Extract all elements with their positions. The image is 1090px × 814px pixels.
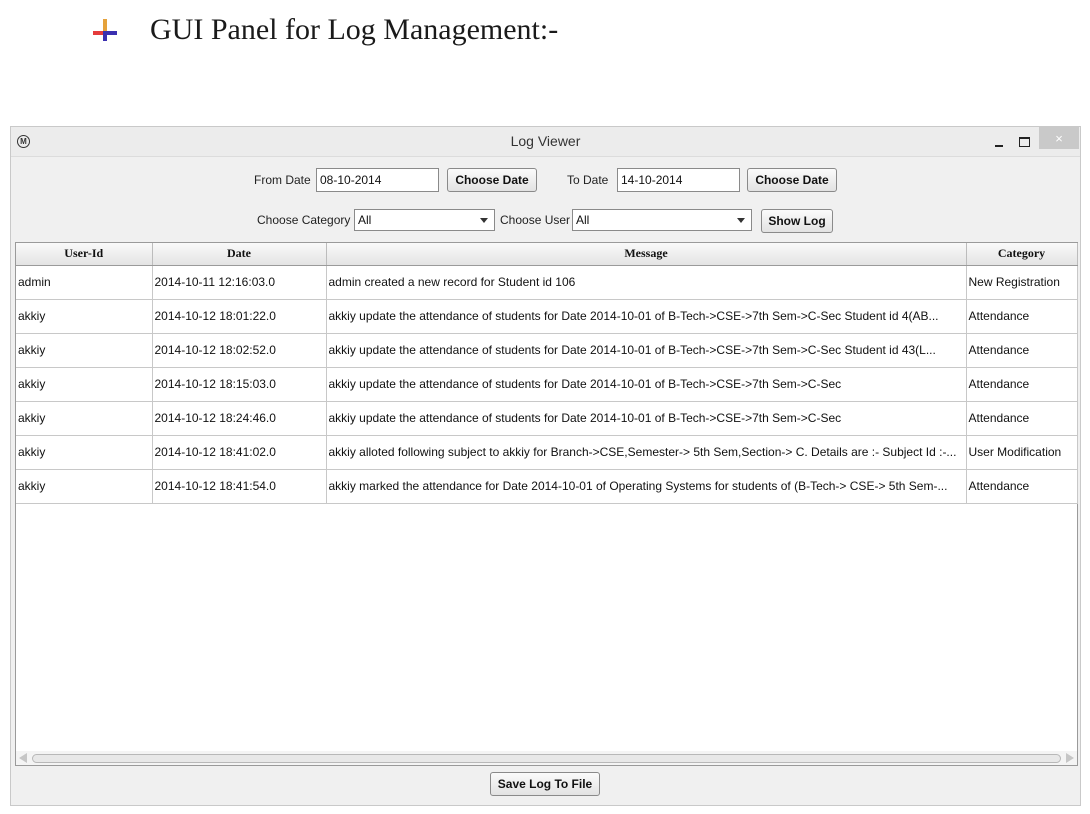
cell-category: Attendance [966,469,1078,504]
cell-user-id: akkiy [16,435,153,470]
cell-date: 2014-10-12 18:41:54.0 [152,469,327,504]
cell-message: akkiy marked the attendance for Date 201… [326,469,967,504]
cell-date: 2014-10-12 18:24:46.0 [152,401,327,436]
chevron-down-icon [480,218,488,223]
from-date-label: From Date [254,173,311,187]
cell-message: akkiy update the attendance of students … [326,401,967,436]
column-header-user-id[interactable]: User-Id [16,243,153,266]
cell-category: Attendance [966,367,1078,402]
cell-user-id: akkiy [16,333,153,368]
choose-user-label: Choose User [500,213,571,227]
cell-category: New Registration [966,265,1078,300]
to-date-label: To Date [567,173,609,187]
maximize-button[interactable] [1013,130,1035,154]
table-row[interactable]: akkiy 2014-10-12 18:41:54.0 akkiy marked… [16,469,1078,504]
log-table-area: User-Id Date Message Category admin 2014… [15,242,1078,766]
bullet-icon [92,17,118,43]
cell-date: 2014-10-12 18:01:22.0 [152,299,327,334]
minimize-button[interactable] [988,130,1010,154]
table-row[interactable]: akkiy 2014-10-12 18:15:03.0 akkiy update… [16,367,1078,402]
log-viewer-window: M Log Viewer × From Date 08-10-2014 Choo… [10,126,1081,806]
table-row[interactable]: akkiy 2014-10-12 18:41:02.0 akkiy allote… [16,435,1078,470]
filter-panel: From Date 08-10-2014 Choose Date To Date… [11,158,1080,242]
user-selected-value: All [576,213,590,227]
to-choose-date-button[interactable]: Choose Date [747,168,837,192]
cell-date: 2014-10-12 18:15:03.0 [152,367,327,402]
cell-category: Attendance [966,333,1078,368]
category-selected-value: All [358,213,372,227]
table-row[interactable]: akkiy 2014-10-12 18:01:22.0 akkiy update… [16,299,1078,334]
from-date-field[interactable]: 08-10-2014 [316,168,439,192]
cell-user-id: akkiy [16,469,153,504]
category-select[interactable]: All [354,209,495,231]
table-row[interactable]: admin 2014-10-11 12:16:03.0 admin create… [16,265,1078,300]
cell-message: akkiy update the attendance of students … [326,367,967,402]
horizontal-scrollbar[interactable] [16,751,1077,765]
scroll-left-icon[interactable] [19,753,27,763]
chevron-down-icon [737,218,745,223]
cell-message: akkiy update the attendance of students … [326,333,967,368]
scrollbar-thumb[interactable] [32,754,1061,763]
cell-user-id: akkiy [16,299,153,334]
cell-category: Attendance [966,401,1078,436]
scroll-right-icon[interactable] [1066,753,1074,763]
show-log-button[interactable]: Show Log [761,209,833,233]
cell-user-id: akkiy [16,367,153,402]
cell-user-id: akkiy [16,401,153,436]
column-header-message[interactable]: Message [326,243,967,266]
window-title: Log Viewer [510,133,581,149]
column-header-date[interactable]: Date [152,243,327,266]
table-row[interactable]: akkiy 2014-10-12 18:24:46.0 akkiy update… [16,401,1078,436]
title-bar[interactable]: M Log Viewer × [11,127,1080,157]
table-header-row: User-Id Date Message Category [16,243,1078,266]
cell-date: 2014-10-11 12:16:03.0 [152,265,327,300]
choose-category-label: Choose Category [257,213,351,227]
close-button[interactable]: × [1039,127,1079,149]
table-row[interactable]: akkiy 2014-10-12 18:02:52.0 akkiy update… [16,333,1078,368]
document-title: GUI Panel for Log Management:- [150,13,559,46]
cell-category: User Modification [966,435,1078,470]
to-date-field[interactable]: 14-10-2014 [617,168,740,192]
cell-date: 2014-10-12 18:02:52.0 [152,333,327,368]
save-log-button[interactable]: Save Log To File [490,772,600,796]
cell-category: Attendance [966,299,1078,334]
log-table: User-Id Date Message Category admin 2014… [16,243,1078,504]
bottom-bar: Save Log To File [11,767,1080,806]
from-choose-date-button[interactable]: Choose Date [447,168,537,192]
cell-message: akkiy alloted following subject to akkiy… [326,435,967,470]
cell-user-id: admin [16,265,153,300]
document-heading: GUI Panel for Log Management:- [92,10,558,50]
cell-date: 2014-10-12 18:41:02.0 [152,435,327,470]
column-header-category[interactable]: Category [966,243,1078,266]
cell-message: akkiy update the attendance of students … [326,299,967,334]
cell-message: admin created a new record for Student i… [326,265,967,300]
user-select[interactable]: All [572,209,752,231]
